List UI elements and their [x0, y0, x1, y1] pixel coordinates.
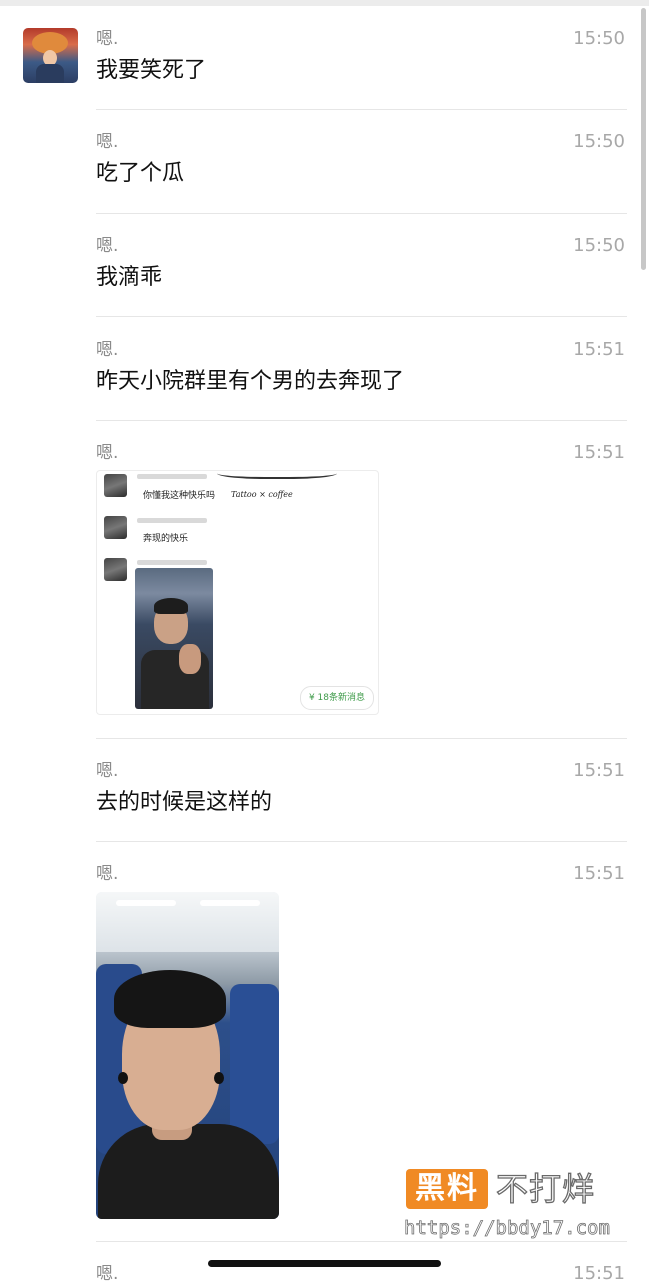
photo-hair-shape — [154, 598, 188, 614]
message-divider — [96, 213, 627, 214]
earbud-shape — [118, 1072, 128, 1084]
message-time: 15:51 — [573, 339, 625, 360]
mini-sender-name — [137, 560, 207, 565]
message-time: 15:51 — [573, 442, 625, 463]
sender-name: 嗯. — [96, 443, 119, 463]
sender-name: 嗯. — [96, 1264, 119, 1284]
sender-name: 嗯. — [96, 236, 119, 256]
chat-screenshot-image[interactable]: 你懂我这种快乐吗 Tattoo × coffee 奔现的快乐 ¥ 18条新消息 — [96, 470, 379, 715]
chat-message[interactable]: 嗯. 15:51 昨天小院群里有个男的去奔现了 — [96, 339, 627, 409]
mini-selfie-photo — [135, 568, 213, 709]
watermark-title: 不打烊 — [495, 1169, 596, 1208]
photo-hand-shape — [179, 644, 201, 674]
chat-message[interactable]: 嗯. 15:50 我要笑死了 — [96, 28, 627, 98]
new-messages-badge: ¥ 18条新消息 — [299, 686, 374, 710]
photo-shirt-shape — [98, 1124, 279, 1219]
selfie-photo[interactable] — [96, 892, 279, 1219]
watermark-badge: 黑料 — [406, 1169, 488, 1209]
message-time: 15:50 — [573, 28, 625, 49]
message-text: 去的时候是这样的 — [96, 790, 273, 815]
status-strip — [0, 0, 649, 6]
mini-avatar — [104, 558, 127, 581]
site-watermark: 黑料 不打烊 https://bbdy17.com — [404, 1166, 634, 1246]
mini-avatar — [104, 516, 127, 539]
message-divider — [96, 420, 627, 421]
sender-name: 嗯. — [96, 132, 119, 152]
mini-avatar — [104, 474, 127, 497]
message-divider — [96, 738, 627, 739]
message-time: 15:50 — [573, 131, 625, 152]
message-time: 15:50 — [573, 235, 625, 256]
sender-name: 嗯. — [96, 864, 119, 884]
photo-seat-shape — [230, 984, 279, 1144]
home-indicator[interactable] — [208, 1260, 441, 1267]
message-time: 15:51 — [573, 1263, 625, 1284]
chat-message[interactable]: 嗯. 15:51 去的时候是这样的 — [96, 760, 627, 830]
card-decoration — [217, 471, 337, 479]
mini-sender-name — [137, 518, 207, 523]
earbud-shape — [214, 1072, 224, 1084]
message-divider — [96, 109, 627, 110]
sender-avatar[interactable] — [23, 28, 78, 83]
sender-name: 嗯. — [96, 761, 119, 781]
photo-light-shape — [116, 900, 176, 906]
watermark-url: https://bbdy17.com — [404, 1217, 611, 1240]
message-divider — [96, 841, 627, 842]
message-time: 15:51 — [573, 863, 625, 884]
mini-sender-name — [137, 474, 207, 479]
mini-message-text: 你懂我这种快乐吗 — [143, 491, 216, 501]
message-text: 吃了个瓜 — [96, 161, 185, 186]
photo-light-shape — [200, 900, 260, 906]
chat-message-image[interactable]: 嗯. 15:51 你懂我这种快乐吗 Tattoo × coffee 奔现的快乐 … — [96, 442, 627, 722]
chat-message[interactable]: 嗯. 15:50 吃了个瓜 — [96, 131, 627, 201]
message-time: 15:51 — [573, 760, 625, 781]
scrollbar[interactable] — [641, 8, 646, 270]
avatar-body-shape — [36, 64, 64, 83]
message-text: 我滴乖 — [96, 265, 163, 290]
message-text: 昨天小院群里有个男的去奔现了 — [96, 369, 405, 394]
mini-message-text: 奔现的快乐 — [143, 534, 189, 544]
message-text: 我要笑死了 — [96, 58, 207, 83]
mini-message-deco: Tattoo × coffee — [231, 490, 293, 499]
sender-name: 嗯. — [96, 29, 119, 49]
message-divider — [96, 316, 627, 317]
chat-message[interactable]: 嗯. 15:50 我滴乖 — [96, 235, 627, 305]
sender-name: 嗯. — [96, 340, 119, 360]
photo-hair-shape — [114, 970, 226, 1028]
